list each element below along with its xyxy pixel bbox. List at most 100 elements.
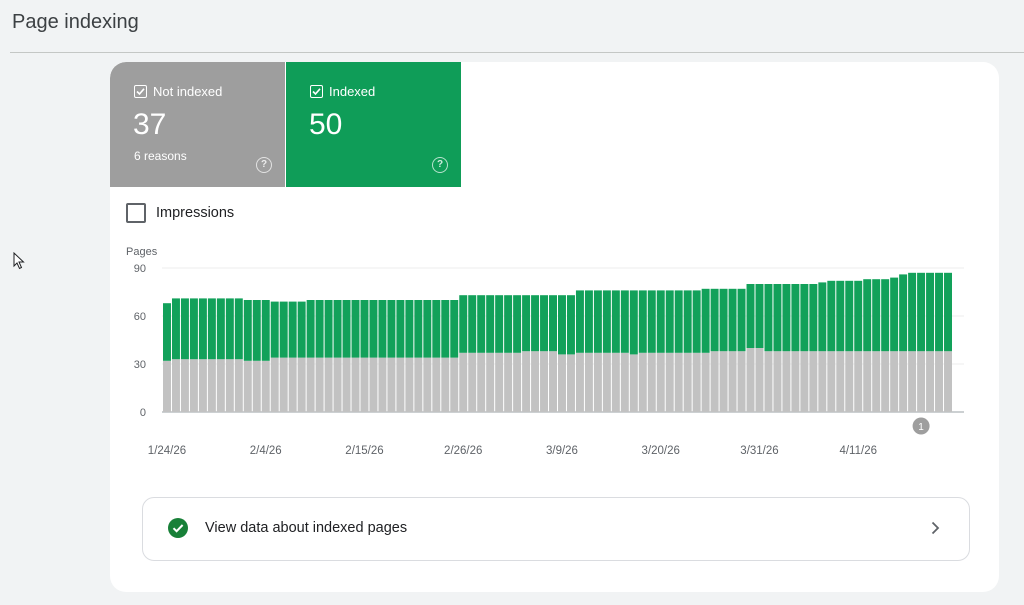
bar-indexed xyxy=(252,300,261,361)
bar-indexed xyxy=(558,295,566,355)
bar-indexed xyxy=(764,284,773,352)
bar-not-indexed xyxy=(351,357,360,412)
chevron-right-icon xyxy=(931,521,940,535)
bar-indexed xyxy=(827,280,836,352)
bar-indexed xyxy=(513,295,522,353)
bar-not-indexed xyxy=(854,351,863,412)
bar-not-indexed xyxy=(863,351,872,412)
bar-indexed xyxy=(899,274,908,352)
title-divider xyxy=(10,52,1024,53)
view-indexed-pages-link[interactable]: View data about indexed pages xyxy=(142,497,970,561)
bar-not-indexed xyxy=(207,359,216,412)
not-indexed-help-icon[interactable]: ? xyxy=(256,157,272,173)
bar-indexed xyxy=(656,290,665,353)
bar-indexed xyxy=(926,272,935,352)
bar-not-indexed xyxy=(486,352,495,412)
bar-indexed xyxy=(441,300,450,358)
bar-indexed xyxy=(629,290,638,355)
not-indexed-label: Not indexed xyxy=(153,84,223,99)
bar-indexed xyxy=(432,300,441,358)
bar-not-indexed xyxy=(522,351,531,412)
bar-not-indexed xyxy=(198,359,207,412)
bar-not-indexed xyxy=(459,352,468,412)
bar-indexed xyxy=(935,272,944,352)
bar-indexed xyxy=(746,284,755,348)
bar-indexed xyxy=(207,298,216,360)
bar-not-indexed xyxy=(252,360,261,412)
bar-not-indexed xyxy=(180,359,189,412)
bar-not-indexed xyxy=(800,351,809,412)
bar-indexed xyxy=(477,295,486,353)
bar-indexed xyxy=(665,290,674,353)
bar-not-indexed xyxy=(899,351,908,412)
y-tick-label: 30 xyxy=(134,359,146,371)
bar-not-indexed xyxy=(665,352,674,412)
bar-indexed xyxy=(378,300,387,358)
x-tick-label: 3/31/26 xyxy=(740,445,778,457)
bar-indexed xyxy=(297,301,306,358)
bar-indexed xyxy=(540,295,549,352)
bar-indexed xyxy=(719,288,728,352)
bar-not-indexed xyxy=(549,351,557,412)
bar-indexed xyxy=(908,272,917,352)
bar-indexed xyxy=(800,284,809,352)
bar-indexed xyxy=(163,303,171,361)
bar-not-indexed xyxy=(683,352,692,412)
bar-not-indexed xyxy=(593,352,602,412)
bar-indexed xyxy=(351,300,360,358)
bar-not-indexed xyxy=(629,354,638,412)
not-indexed-count: 37 xyxy=(133,108,167,141)
not-indexed-reasons: 6 reasons xyxy=(134,149,187,163)
not-indexed-metric-card[interactable]: Not indexed 37 6 reasons ? xyxy=(110,62,285,187)
bar-not-indexed xyxy=(163,360,171,412)
bar-indexed xyxy=(701,288,710,353)
bar-not-indexed xyxy=(881,351,890,412)
bar-indexed xyxy=(845,280,854,352)
indexed-count: 50 xyxy=(309,108,343,141)
bar-not-indexed xyxy=(674,352,683,412)
bar-not-indexed xyxy=(620,352,629,412)
y-axis-label: Pages xyxy=(126,246,158,258)
bar-indexed xyxy=(495,295,504,353)
bar-not-indexed xyxy=(872,351,881,412)
bar-not-indexed xyxy=(216,359,225,412)
bar-not-indexed xyxy=(809,351,818,412)
bar-indexed xyxy=(414,300,423,358)
bar-not-indexed xyxy=(405,357,414,412)
indexed-checkbox-icon[interactable] xyxy=(310,85,323,98)
bar-not-indexed xyxy=(584,352,593,412)
bar-not-indexed xyxy=(423,357,432,412)
bar-not-indexed xyxy=(836,351,845,412)
bar-indexed xyxy=(270,301,279,358)
bar-not-indexed xyxy=(261,360,270,412)
bar-not-indexed xyxy=(773,351,782,412)
bar-not-indexed xyxy=(225,359,234,412)
not-indexed-checkbox-icon[interactable] xyxy=(134,85,147,98)
indexed-help-icon[interactable]: ? xyxy=(432,157,448,173)
bar-not-indexed xyxy=(504,352,513,412)
bar-indexed xyxy=(288,301,297,358)
bar-indexed xyxy=(189,298,198,360)
bar-indexed xyxy=(369,300,378,358)
bar-not-indexed xyxy=(477,352,486,412)
bar-indexed xyxy=(423,300,432,358)
impressions-checkbox[interactable] xyxy=(126,203,146,223)
bar-not-indexed xyxy=(369,357,378,412)
y-tick-label: 0 xyxy=(140,407,146,419)
bar-not-indexed xyxy=(908,351,917,412)
bar-not-indexed xyxy=(692,352,701,412)
impressions-toggle[interactable]: Impressions xyxy=(126,203,234,223)
bar-not-indexed xyxy=(944,351,952,412)
bar-indexed xyxy=(180,298,189,360)
y-tick-label: 60 xyxy=(134,311,146,323)
bar-not-indexed xyxy=(297,357,306,412)
bar-not-indexed xyxy=(270,357,279,412)
bar-indexed xyxy=(791,284,800,352)
bar-indexed xyxy=(243,300,252,361)
bar-indexed xyxy=(171,298,180,360)
bar-not-indexed xyxy=(441,357,450,412)
bar-indexed xyxy=(944,272,952,352)
bar-indexed xyxy=(324,300,333,358)
indexed-metric-card[interactable]: Indexed 50 ? xyxy=(286,62,461,187)
bar-not-indexed xyxy=(171,359,180,412)
